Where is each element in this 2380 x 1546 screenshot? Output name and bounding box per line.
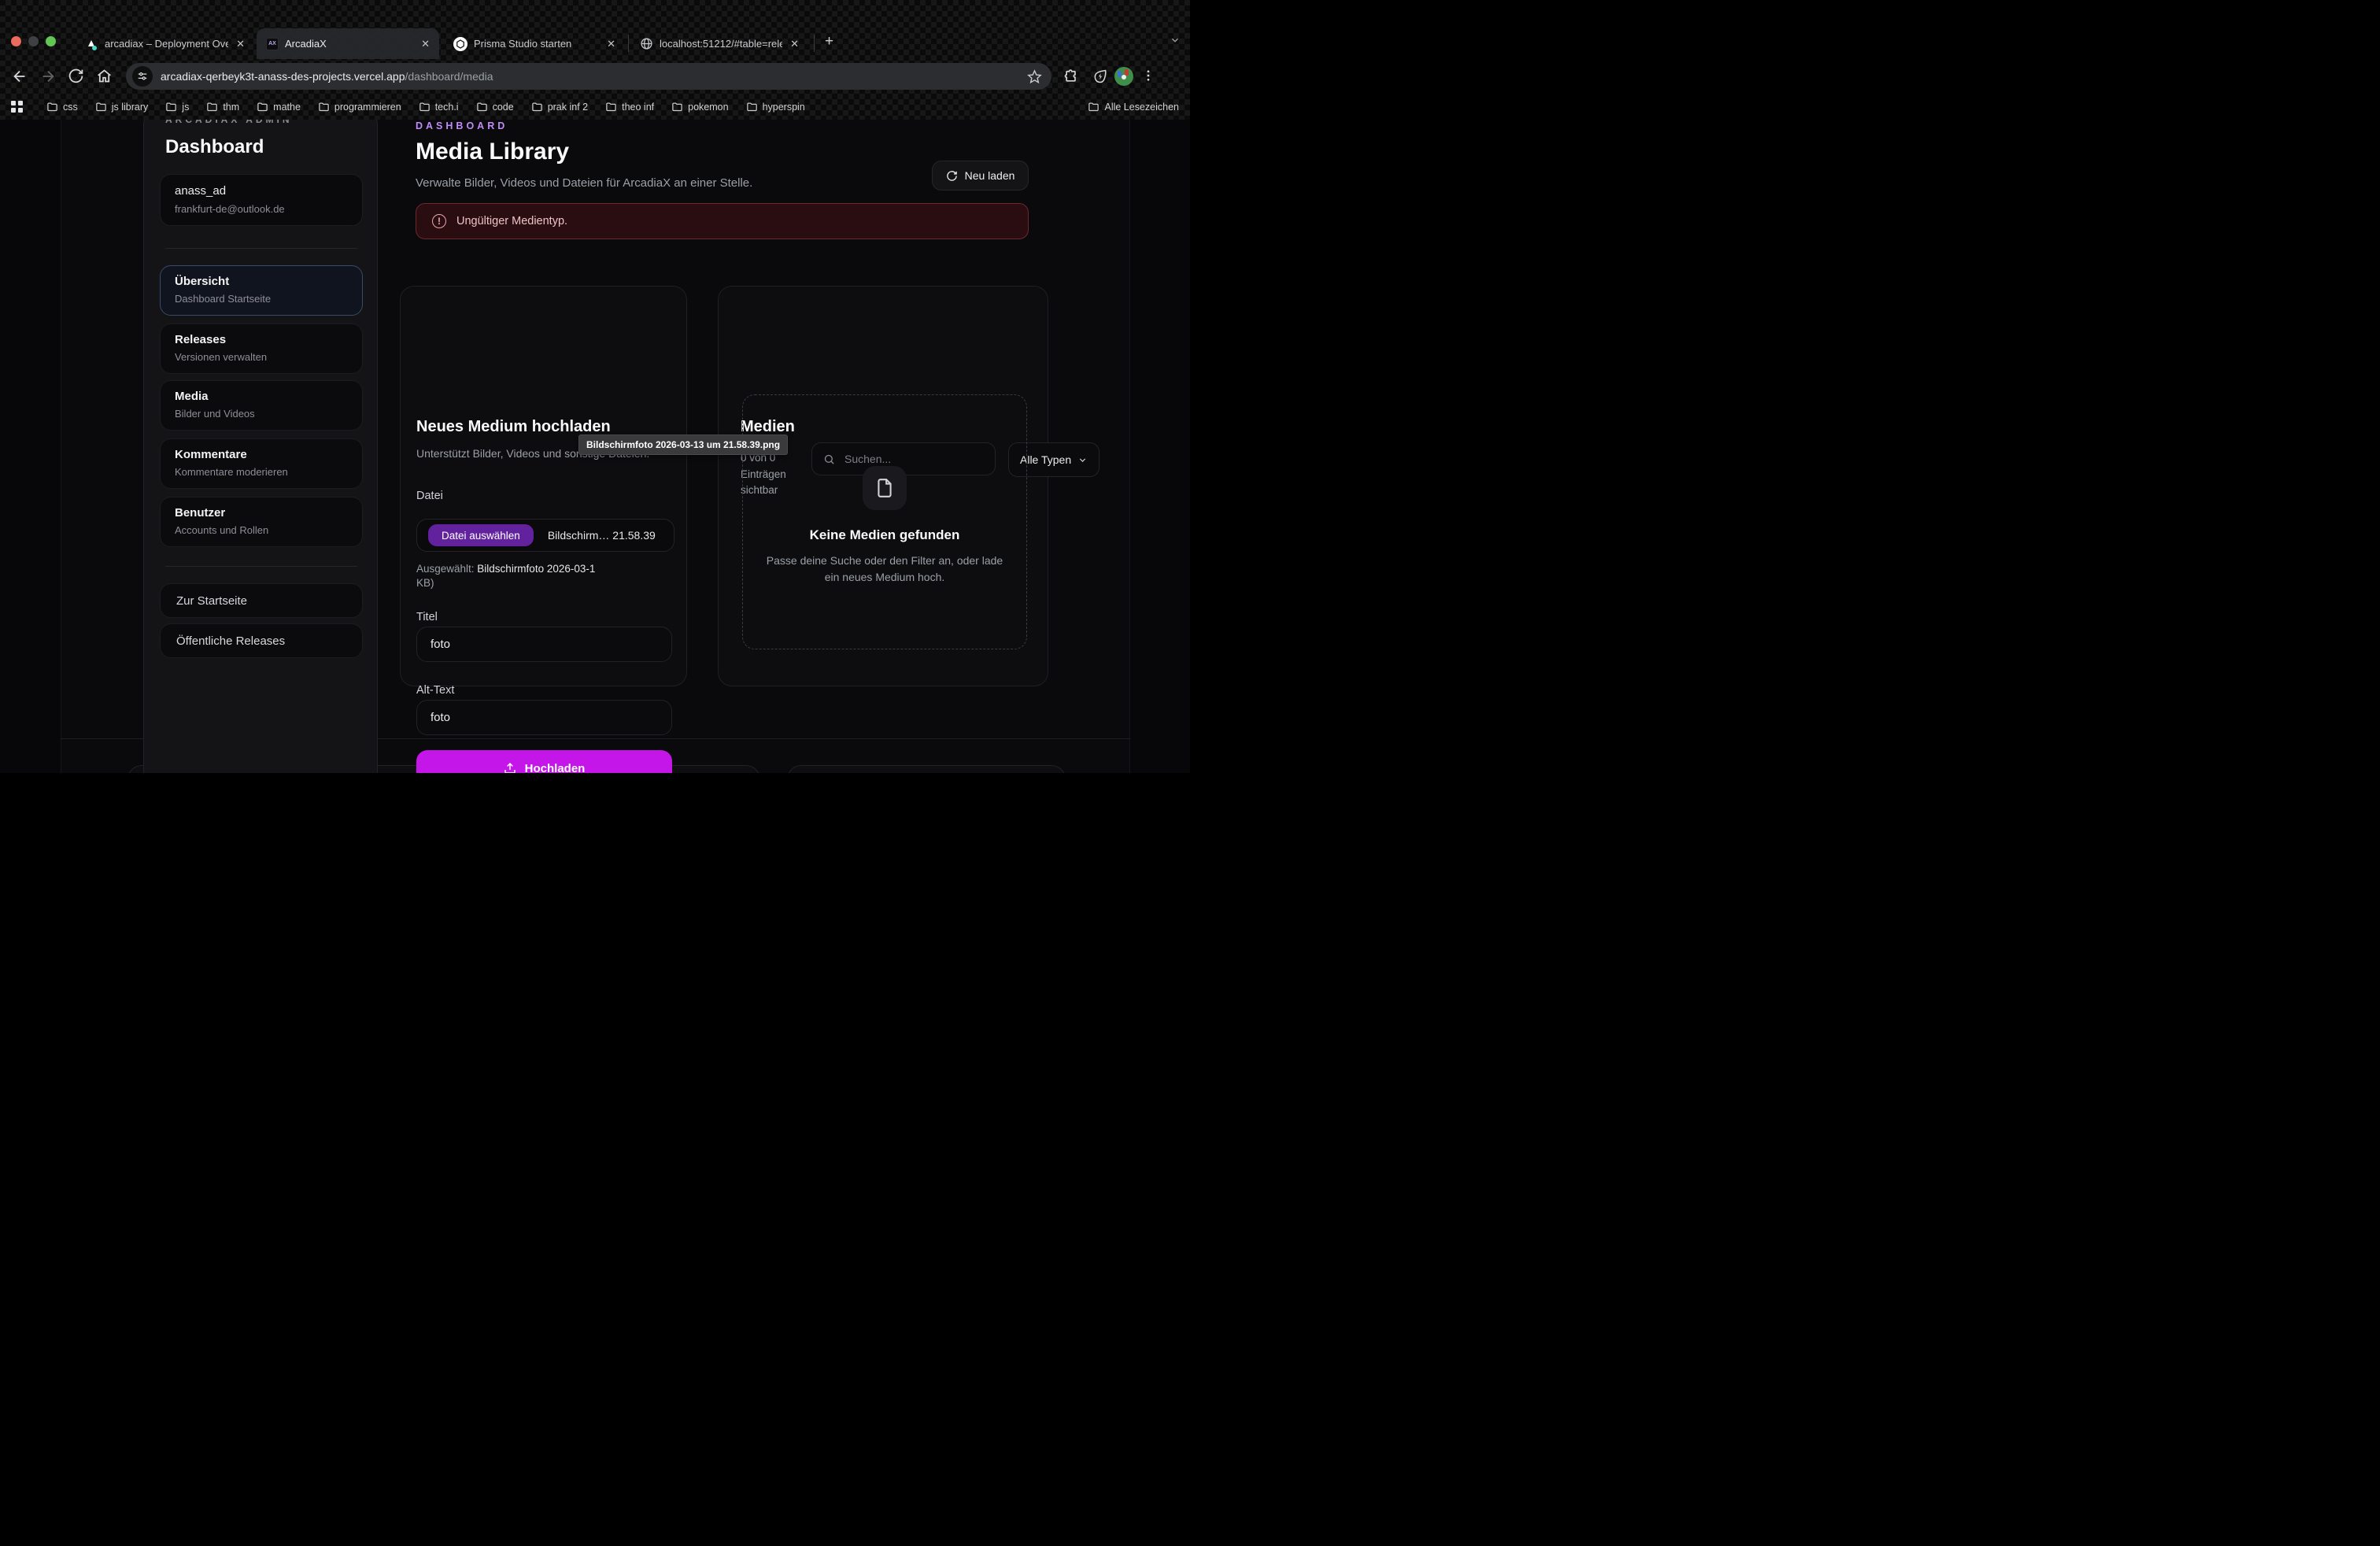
bookmark-star-icon[interactable] xyxy=(1027,69,1042,84)
bookmark-folder[interactable]: pokemon xyxy=(671,101,728,113)
site-settings-icon[interactable] xyxy=(132,66,153,87)
reload-media-button[interactable]: Neu laden xyxy=(932,161,1029,190)
globe-icon xyxy=(640,37,653,50)
sidebar: ARCADIAX ADMIN Dashboard anass_ad frankf… xyxy=(143,120,378,773)
minimize-window-button[interactable] xyxy=(28,36,39,46)
close-icon[interactable]: ✕ xyxy=(789,38,800,50)
profile-avatar[interactable] xyxy=(1114,67,1133,86)
empty-text: Passe deine Suche oder den Filter an, od… xyxy=(743,553,1026,585)
arcadiax-icon: AX xyxy=(266,38,279,50)
page-subtitle: Verwalte Bilder, Videos und Dateien für … xyxy=(416,176,752,190)
tab-search-chevron-icon[interactable] xyxy=(1170,35,1181,46)
bookmark-folder[interactable]: mathe xyxy=(257,101,301,113)
bookmark-folder[interactable]: js xyxy=(165,101,189,113)
apps-grid-icon[interactable] xyxy=(11,101,23,113)
bookmark-folder[interactable]: programmieren xyxy=(318,101,401,113)
new-tab-button[interactable]: + xyxy=(825,33,833,50)
tab-localhost[interactable]: localhost:51212/#table=releas ✕ xyxy=(630,28,808,59)
address-bar[interactable]: arcadiax-qerbeyk3t-anass-des-projects.ve… xyxy=(126,63,1051,90)
bookmark-folder[interactable]: js library xyxy=(95,101,149,113)
empty-state: Keine Medien gefunden Passe deine Suche … xyxy=(742,394,1027,649)
bookmark-folder[interactable]: hyperspin xyxy=(746,101,805,113)
home-button[interactable] xyxy=(96,68,113,84)
brand-label: ARCADIAX ADMIN xyxy=(165,120,293,125)
tab-title: arcadiax – Deployment Overv xyxy=(105,38,228,50)
file-label: Datei xyxy=(416,490,443,502)
page-content: ARCADIAX ADMIN Dashboard anass_ad frankf… xyxy=(0,120,1190,773)
public-releases-button[interactable]: Öffentliche Releases xyxy=(160,623,363,658)
zoom-window-button[interactable] xyxy=(46,36,56,46)
file-icon xyxy=(874,478,895,498)
empty-title: Keine Medien gefunden xyxy=(743,527,1026,543)
openai-icon xyxy=(453,37,468,51)
user-email: frankfurt-de@outlook.de xyxy=(175,203,348,215)
upload-title: Neues Medium hochladen xyxy=(416,418,611,436)
bottom-card xyxy=(787,765,1066,773)
alt-text-label: Alt-Text xyxy=(416,684,454,697)
upload-button[interactable]: Hochladen xyxy=(416,750,672,773)
close-icon[interactable]: ✕ xyxy=(419,38,431,50)
bookmarks-bar: css js library js thm mathe programmiere… xyxy=(0,94,1190,120)
tab-title: localhost:51212/#table=releas xyxy=(660,38,782,50)
url-path: /dashboard/media xyxy=(405,70,493,83)
reload-button[interactable] xyxy=(68,68,84,84)
bookmark-folder[interactable]: theo inf xyxy=(605,101,654,113)
title-field[interactable]: foto xyxy=(416,627,672,662)
page-eyebrow: DASHBOARD xyxy=(416,120,508,131)
url-host: arcadiax-qerbeyk3t-anass-des-projects.ve… xyxy=(161,70,405,83)
forward-button[interactable] xyxy=(39,68,57,85)
error-text: Ungültiger Medientyp. xyxy=(456,215,567,227)
close-icon[interactable]: ✕ xyxy=(605,38,617,50)
user-name: anass_ad xyxy=(175,184,348,198)
browser-chrome: arcadiax – Deployment Overv ✕ AX Arcadia… xyxy=(0,0,1190,120)
choose-file-button[interactable]: Datei auswählen xyxy=(428,524,534,546)
user-card: anass_ad frankfurt-de@outlook.de xyxy=(160,174,363,226)
menu-kebab-icon[interactable] xyxy=(1141,68,1155,83)
bookmark-folder[interactable]: code xyxy=(476,101,514,113)
close-icon[interactable]: ✕ xyxy=(235,38,246,50)
divider xyxy=(165,248,357,249)
error-banner: ! Ungültiger Medientyp. xyxy=(416,203,1029,239)
bookmark-folder[interactable]: css xyxy=(46,101,78,113)
close-window-button[interactable] xyxy=(11,36,21,46)
alert-circle-icon: ! xyxy=(432,214,446,228)
divider xyxy=(165,566,357,567)
file-name-display: Bildschirm… 21.58.39 xyxy=(548,529,656,542)
page-title: Media Library xyxy=(416,139,569,165)
window-controls xyxy=(11,36,56,46)
home-link-button[interactable]: Zur Startseite xyxy=(160,583,363,618)
screen: arcadiax – Deployment Overv ✕ AX Arcadia… xyxy=(0,0,1190,773)
sidebar-item-kommentare[interactable]: Kommentare Kommentare moderieren xyxy=(160,438,363,489)
back-button[interactable] xyxy=(11,68,28,85)
tab-prisma[interactable]: Prisma Studio starten ✕ xyxy=(444,28,625,59)
refresh-icon xyxy=(946,170,958,182)
tab-deployment[interactable]: arcadiax – Deployment Overv ✕ xyxy=(75,28,254,59)
all-bookmarks[interactable]: Alle Lesezeichen xyxy=(1088,101,1179,113)
sidebar-item-benutzer[interactable]: Benutzer Accounts und Rollen xyxy=(160,497,363,547)
media-panel: Medien 0 von 0 Einträgen sichtbar Alle T… xyxy=(718,286,1048,686)
vercel-icon xyxy=(84,37,98,51)
energy-saver-icon[interactable] xyxy=(1092,68,1108,84)
file-icon-tile xyxy=(863,466,907,510)
alt-text-field[interactable]: foto xyxy=(416,700,672,735)
selected-file-text: Ausgewählt: Bildschirmfoto 2026-03-1KB) xyxy=(416,562,676,590)
extensions-icon[interactable] xyxy=(1063,68,1079,84)
bookmark-folder[interactable]: prak inf 2 xyxy=(531,101,588,113)
sidebar-item-releases[interactable]: Releases Versionen verwalten xyxy=(160,324,363,374)
file-input[interactable]: Datei auswählen Bildschirm… 21.58.39 xyxy=(416,519,674,552)
bookmark-folder[interactable]: tech.i xyxy=(419,101,459,113)
tab-title: Prisma Studio starten xyxy=(474,38,599,50)
sidebar-item-uebersicht[interactable]: Übersicht Dashboard Startseite xyxy=(160,265,363,316)
chevron-down-icon xyxy=(1077,455,1088,465)
tab-title: ArcadiaX xyxy=(285,38,413,50)
sidebar-title: Dashboard xyxy=(165,136,264,158)
filename-tooltip: Bildschirmfoto 2026-03-13 um 21.58.39.pn… xyxy=(578,435,788,455)
bookmark-folder[interactable]: thm xyxy=(206,101,239,113)
tab-arcadiax[interactable]: AX ArcadiaX ✕ xyxy=(257,28,439,59)
upload-icon xyxy=(504,762,516,773)
title-label: Titel xyxy=(416,611,438,623)
sidebar-item-media[interactable]: Media Bilder und Videos xyxy=(160,380,363,431)
upload-panel: Neues Medium hochladen Unterstützt Bilde… xyxy=(400,286,687,686)
